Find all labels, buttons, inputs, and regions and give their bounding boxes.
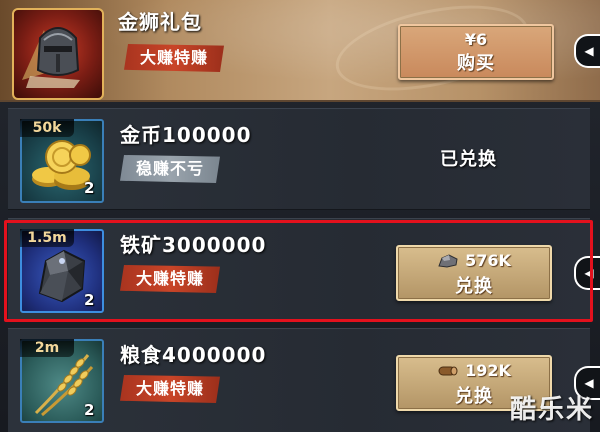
price-label: ¥6 [464, 30, 488, 49]
shop-item-gold: 50k 2 金币100000 稳赚不亏 已兑换 [8, 108, 590, 210]
chevron-icon[interactable]: ◀ [574, 256, 600, 290]
quantity-tag: 2m [20, 339, 74, 357]
item-title: 铁矿3000000 [120, 233, 267, 257]
buy-button[interactable]: ¥6 购买 [398, 24, 554, 80]
item-count: 2 [84, 291, 95, 309]
item-count: 2 [84, 401, 95, 419]
redeem-button[interactable]: 576K 兑换 [396, 245, 552, 301]
gift-pack-row: 金狮礼包 大赚特赚 ¥6 购买 [0, 0, 600, 106]
cost-value: 192K [465, 361, 511, 380]
shop-item-iron: 1.5m 2 铁矿3000000 大赚特赚 576K 兑换 [8, 218, 590, 320]
buy-label: 购买 [457, 53, 495, 74]
cost-group: 192K [437, 361, 511, 380]
shop-item-food: 2m 2 粮食4000000 大赚特赚 192K 兑换 [8, 328, 590, 432]
redeemed-status: 已兑换 [440, 149, 497, 170]
chevron-icon[interactable]: ◀ [574, 34, 600, 68]
item-title: 金币100000 [120, 123, 252, 147]
wood-log-icon [438, 366, 458, 375]
cost-group: 576K [437, 251, 511, 270]
gift-pack-tag: 大赚特赚 [124, 44, 225, 72]
quantity-tag: 50k [20, 119, 74, 137]
item-tag: 大赚特赚 [120, 265, 221, 293]
item-tag: 大赚特赚 [120, 375, 221, 403]
item-tag: 稳赚不亏 [120, 155, 221, 183]
item-title: 粮食4000000 [120, 343, 267, 367]
watermark: 酷乐米 [509, 395, 594, 425]
cost-value: 576K [465, 251, 511, 270]
redeem-label: 兑换 [455, 275, 493, 297]
item-count: 2 [84, 179, 95, 197]
quantity-tag: 1.5m [20, 229, 74, 247]
ore-stone-icon [438, 253, 458, 268]
shop-panel: 金狮礼包 大赚特赚 ¥6 购买 ◀ 50k 2 金币100000 稳赚不亏 已兑… [0, 0, 600, 432]
helmet-icon [12, 8, 104, 100]
gift-pack-title: 金狮礼包 [118, 10, 202, 34]
